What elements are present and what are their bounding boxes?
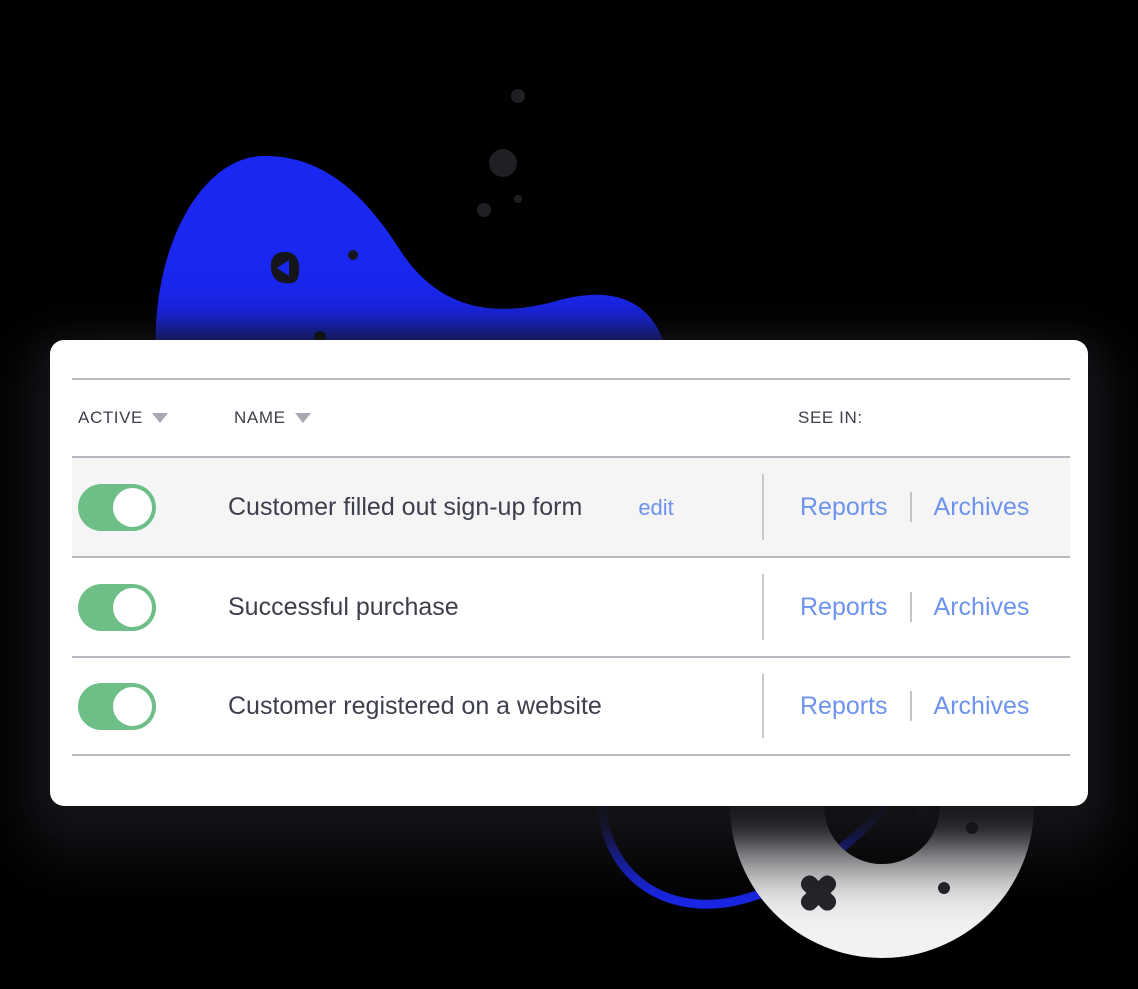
cell-see-in: Reports Archives (762, 558, 1029, 656)
column-header-active[interactable]: ACTIVE (72, 408, 234, 428)
reports-link[interactable]: Reports (800, 493, 888, 522)
toggle-knob (113, 587, 152, 627)
cell-active (72, 583, 228, 631)
events-table-card: ACTIVE NAME SEE IN: Customer filled out … (50, 340, 1088, 806)
play-triangle-icon (270, 252, 300, 284)
column-header-active-label: ACTIVE (78, 408, 144, 427)
see-in-links: Reports Archives (800, 691, 1029, 721)
archives-link[interactable]: Archives (934, 493, 1030, 522)
column-header-name[interactable]: NAME (234, 408, 311, 428)
active-toggle[interactable] (78, 483, 156, 531)
cell-active (72, 483, 228, 531)
link-separator (909, 691, 912, 721)
blue-curve-stroke (596, 787, 889, 909)
dot-cluster-2 (489, 149, 517, 177)
cell-see-in: Reports Archives (762, 658, 1029, 754)
see-in-links: Reports Archives (800, 592, 1029, 622)
vertical-divider (762, 674, 764, 738)
column-header-see-in: SEE IN: (798, 408, 863, 428)
edit-link[interactable]: edit (638, 495, 673, 521)
vertical-divider (762, 474, 764, 540)
archives-link[interactable]: Archives (934, 692, 1030, 721)
dot-cluster-4 (477, 203, 491, 217)
reports-link[interactable]: Reports (800, 692, 888, 721)
vertical-divider (762, 574, 764, 640)
link-separator (909, 492, 912, 522)
archives-link[interactable]: Archives (934, 593, 1030, 622)
row-title: Successful purchase (228, 592, 459, 621)
table-header-row: ACTIVE NAME SEE IN: (72, 380, 1070, 456)
row-title: Customer filled out sign-up form (228, 492, 583, 521)
dot-cluster-1 (511, 89, 525, 103)
dot-cluster-3 (514, 195, 522, 203)
screenshot-stage: ACTIVE NAME SEE IN: Customer filled out … (0, 0, 1138, 989)
cell-active (72, 682, 228, 730)
cell-see-in: Reports Archives (762, 458, 1029, 556)
row-title: Customer registered on a website (228, 691, 602, 720)
dot-ring-1 (966, 822, 978, 834)
link-separator (909, 592, 912, 622)
toggle-knob (113, 686, 152, 726)
cross-mark-icon (800, 875, 837, 911)
table-body: Customer filled out sign-up form edit Re… (72, 456, 1070, 756)
reports-link[interactable]: Reports (800, 593, 888, 622)
caret-down-icon[interactable] (294, 413, 311, 423)
active-toggle[interactable] (78, 682, 156, 730)
dot-ring-2 (938, 882, 950, 894)
toggle-knob (113, 487, 152, 527)
dot-blob-1 (348, 250, 358, 260)
caret-down-icon[interactable] (152, 413, 169, 423)
column-header-name-label: NAME (234, 408, 286, 427)
active-toggle[interactable] (78, 583, 156, 631)
table-row[interactable]: Customer filled out sign-up form edit Re… (72, 456, 1070, 556)
table-row[interactable]: Customer registered on a website Reports… (72, 656, 1070, 756)
see-in-links: Reports Archives (800, 492, 1029, 522)
table-row[interactable]: Successful purchase Reports Archives (72, 556, 1070, 656)
column-header-see-in-label: SEE IN: (798, 408, 863, 427)
